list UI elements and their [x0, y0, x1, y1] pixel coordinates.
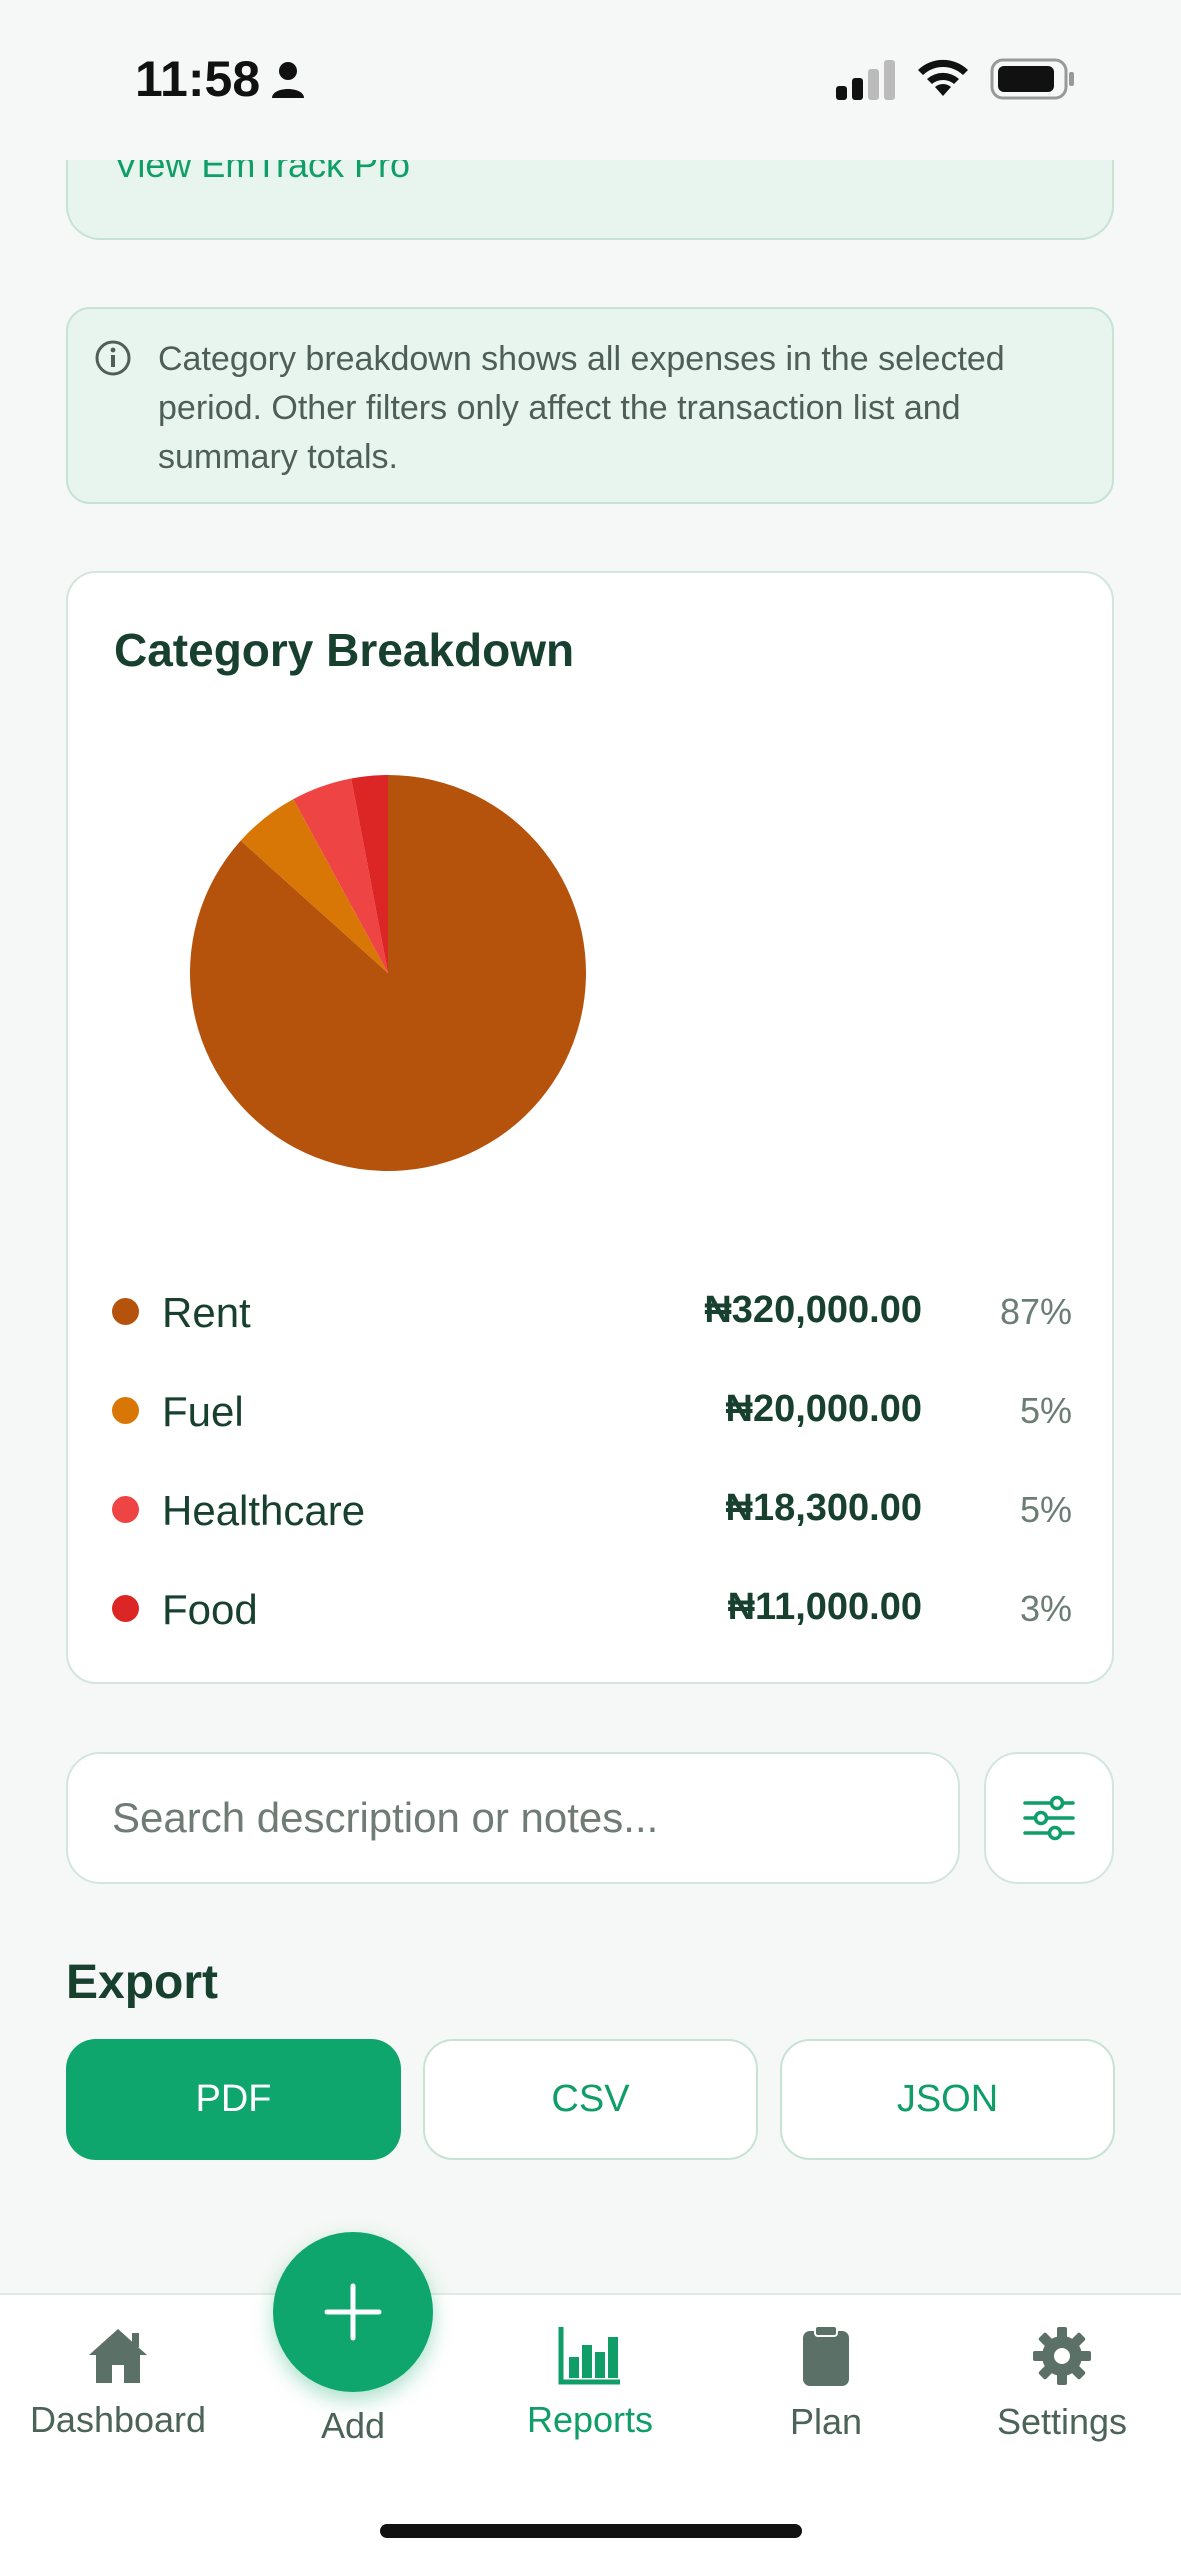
tab-label: Reports — [526, 2399, 654, 2440]
legend-amount: ₦20,000.00 — [725, 1388, 923, 1430]
bottom-tab-bar: Dashboard Reports Plan Settings — [0, 2293, 1181, 2560]
export-title: Export — [66, 1956, 219, 2009]
legend-name: Food — [162, 1586, 258, 1633]
legend-percent: 87% — [999, 1291, 1072, 1332]
tab-label: Dashboard — [29, 2399, 207, 2440]
home-indicator — [380, 2524, 802, 2538]
export-csv-button[interactable]: CSV — [423, 2039, 758, 2160]
cellular-signal-icon — [836, 60, 895, 100]
search-input[interactable] — [112, 1754, 932, 1882]
legend-amount: ₦11,000.00 — [727, 1586, 922, 1628]
legend-dot — [112, 1298, 139, 1325]
legend-dot — [112, 1496, 139, 1523]
bar-chart-icon — [558, 2327, 620, 2385]
breakdown-title: Category Breakdown — [114, 624, 575, 676]
tab-settings[interactable]: Settings — [944, 2315, 1180, 2475]
legend-name: Rent — [162, 1289, 251, 1336]
legend-amount: ₦320,000.00 — [704, 1289, 922, 1331]
legend-row-fuel: Fuel ₦20,000.00 5% — [112, 1380, 1072, 1440]
home-icon — [89, 2329, 147, 2383]
legend-dot — [112, 1397, 139, 1424]
category-pie-chart — [190, 775, 587, 1171]
search-box — [66, 1752, 960, 1884]
legend-percent: 5% — [1019, 1390, 1072, 1431]
category-breakdown-card: Category Breakdown Rent ₦320,000.00 87% … — [66, 571, 1114, 1684]
legend-percent: 3% — [1019, 1588, 1072, 1629]
info-notice: Category breakdown shows all expenses in… — [66, 307, 1114, 504]
gear-icon — [1033, 2327, 1091, 2385]
add-button[interactable] — [273, 2232, 433, 2392]
tab-reports[interactable]: Reports — [472, 2315, 708, 2475]
tab-label: Plan — [789, 2401, 863, 2442]
status-bar: 11:58 — [0, 0, 1181, 160]
sliders-icon — [1023, 1795, 1075, 1841]
legend-name: Fuel — [162, 1388, 244, 1435]
export-json-button[interactable]: JSON — [780, 2039, 1115, 2160]
wifi-icon — [918, 59, 968, 96]
legend-amount: ₦18,300.00 — [725, 1487, 923, 1529]
legend-row-food: Food ₦11,000.00 3% — [112, 1578, 1072, 1638]
filter-button[interactable] — [984, 1752, 1114, 1884]
status-time: 11:58 — [135, 51, 261, 107]
info-icon — [95, 340, 131, 376]
legend-name: Healthcare — [162, 1487, 366, 1534]
legend-dot — [112, 1595, 139, 1622]
legend-row-rent: Rent ₦320,000.00 87% — [112, 1281, 1072, 1341]
person-icon — [272, 62, 304, 98]
legend-row-healthcare: Healthcare ₦18,300.00 5% — [112, 1479, 1072, 1539]
battery-icon — [990, 58, 1074, 100]
add-label: Add — [320, 2405, 386, 2446]
clipboard-icon — [803, 2325, 849, 2386]
legend-percent: 5% — [1019, 1489, 1072, 1530]
info-text: Category breakdown shows all expenses in… — [158, 340, 1005, 476]
tab-label: Settings — [996, 2401, 1128, 2442]
tab-dashboard[interactable]: Dashboard — [0, 2315, 236, 2475]
tab-plan[interactable]: Plan — [708, 2315, 944, 2475]
plus-icon — [324, 2283, 382, 2341]
export-pdf-button[interactable]: PDF — [66, 2039, 401, 2160]
